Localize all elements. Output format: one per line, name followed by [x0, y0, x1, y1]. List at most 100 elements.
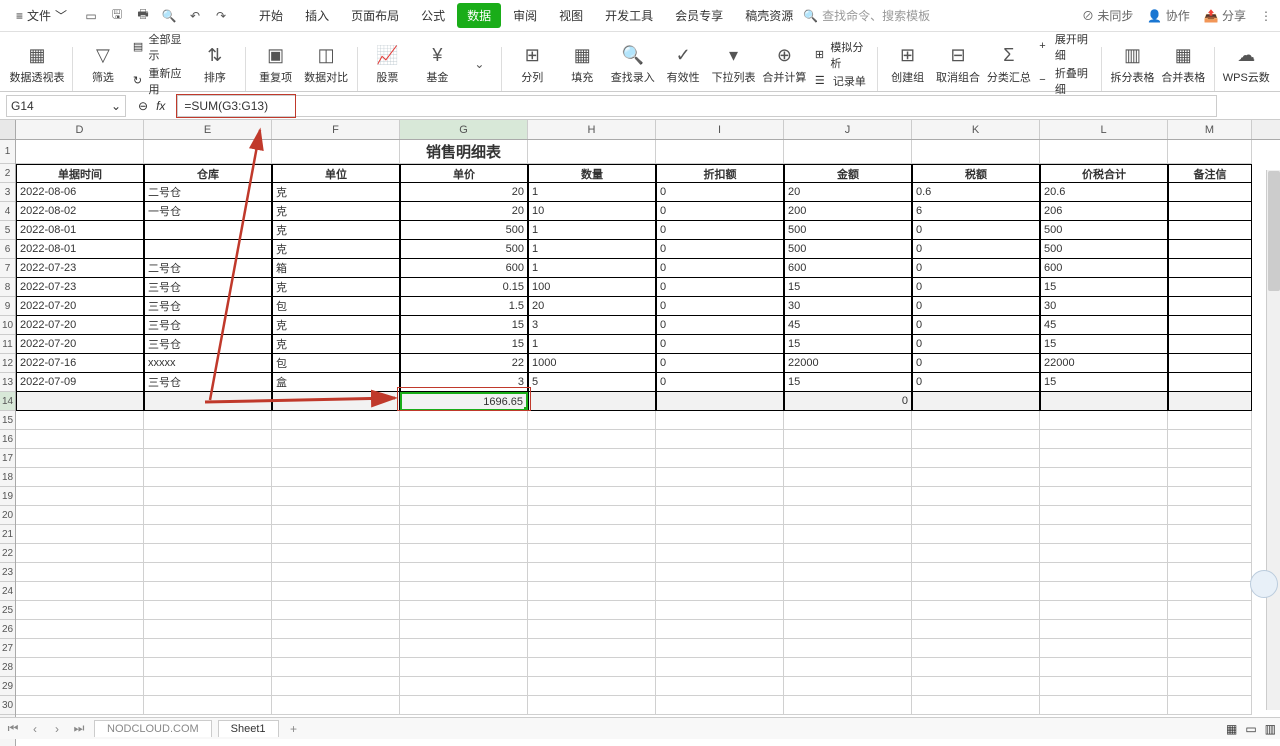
select-all-corner[interactable] — [0, 120, 16, 139]
menu-tab-页面布局[interactable]: 页面布局 — [341, 3, 409, 28]
cell[interactable]: 0 — [656, 316, 784, 335]
col-header-E[interactable]: E — [144, 120, 272, 139]
cell[interactable]: 20.6 — [1040, 183, 1168, 202]
add-sheet-button[interactable]: + — [285, 722, 303, 736]
zoom-out-icon[interactable]: ⊖ — [138, 99, 148, 113]
cell[interactable] — [1040, 449, 1168, 468]
cell[interactable]: 0 — [656, 297, 784, 316]
cell[interactable] — [144, 601, 272, 620]
file-menu[interactable]: ≡ 文件 ﹀ — [8, 7, 75, 24]
cell[interactable]: 22000 — [1040, 354, 1168, 373]
cell[interactable] — [912, 677, 1040, 696]
col-header-L[interactable]: L — [1040, 120, 1168, 139]
cell[interactable]: 三号仓 — [144, 278, 272, 297]
cell[interactable] — [272, 620, 400, 639]
cell[interactable] — [272, 639, 400, 658]
cell[interactable] — [784, 544, 912, 563]
cell[interactable] — [16, 430, 144, 449]
cell[interactable] — [144, 240, 272, 259]
menu-tab-稿壳资源[interactable]: 稿壳资源 — [735, 3, 803, 28]
cell[interactable] — [1040, 487, 1168, 506]
cell[interactable]: 2022-07-23 — [16, 278, 144, 297]
cell[interactable] — [144, 430, 272, 449]
cell[interactable] — [1040, 677, 1168, 696]
cell[interactable] — [656, 392, 784, 411]
cell[interactable]: 2022-07-20 — [16, 316, 144, 335]
cell[interactable] — [144, 620, 272, 639]
cell[interactable] — [528, 506, 656, 525]
cell[interactable]: 备注信 — [1168, 164, 1252, 183]
cell[interactable] — [1168, 183, 1252, 202]
cell[interactable] — [1168, 354, 1252, 373]
cell[interactable] — [784, 696, 912, 715]
cell[interactable] — [1168, 601, 1252, 620]
cell[interactable]: 1 — [528, 259, 656, 278]
cell[interactable] — [912, 582, 1040, 601]
cell[interactable] — [528, 696, 656, 715]
sheet-tab-brand[interactable]: NODCLOUD.COM — [94, 720, 212, 737]
cell[interactable] — [784, 525, 912, 544]
cell[interactable] — [1168, 468, 1252, 487]
cell[interactable]: 5 — [528, 373, 656, 392]
row-header-1[interactable]: 1 — [0, 140, 15, 164]
cell[interactable] — [1168, 335, 1252, 354]
cell[interactable] — [784, 140, 912, 164]
cell[interactable]: 30 — [1040, 297, 1168, 316]
filter-button[interactable]: ▽筛选 — [79, 37, 127, 91]
cell[interactable]: 0 — [656, 335, 784, 354]
cell[interactable]: 三号仓 — [144, 316, 272, 335]
more-datatype-button[interactable]: ⌄ — [463, 37, 495, 91]
cell[interactable]: 2022-07-20 — [16, 297, 144, 316]
cell[interactable] — [16, 525, 144, 544]
cell[interactable] — [16, 544, 144, 563]
sort-button[interactable]: ⇅排序 — [191, 37, 239, 91]
cell[interactable] — [912, 658, 1040, 677]
cell[interactable]: xxxxx — [144, 354, 272, 373]
cell[interactable] — [400, 639, 528, 658]
cell[interactable] — [912, 563, 1040, 582]
cell[interactable] — [528, 487, 656, 506]
cell[interactable]: 克 — [272, 316, 400, 335]
cell[interactable] — [272, 506, 400, 525]
cell[interactable]: 20 — [784, 183, 912, 202]
cell[interactable] — [528, 525, 656, 544]
cell[interactable]: 15 — [400, 316, 528, 335]
cell[interactable] — [1168, 392, 1252, 411]
cell[interactable] — [144, 544, 272, 563]
menu-tab-公式[interactable]: 公式 — [411, 3, 455, 28]
cell[interactable]: 20 — [400, 202, 528, 221]
cell[interactable] — [144, 658, 272, 677]
cell[interactable] — [272, 677, 400, 696]
next-sheet-button[interactable]: › — [48, 721, 66, 737]
cell[interactable] — [272, 658, 400, 677]
cell[interactable] — [16, 658, 144, 677]
cell[interactable]: 克 — [272, 183, 400, 202]
cell[interactable] — [16, 563, 144, 582]
cell[interactable]: 600 — [400, 259, 528, 278]
cell[interactable]: 0 — [656, 259, 784, 278]
cell[interactable]: 1000 — [528, 354, 656, 373]
cell[interactable] — [912, 487, 1040, 506]
cell[interactable] — [272, 430, 400, 449]
cell[interactable]: 10 — [528, 202, 656, 221]
cell[interactable]: 2022-07-09 — [16, 373, 144, 392]
cell[interactable]: 2022-08-02 — [16, 202, 144, 221]
whatif-button[interactable]: ⊞模拟分析 — [815, 39, 867, 71]
cell[interactable]: 二号仓 — [144, 259, 272, 278]
cell[interactable] — [1168, 449, 1252, 468]
subtotal-button[interactable]: Σ分类汇总 — [984, 37, 1033, 91]
cell[interactable] — [656, 411, 784, 430]
row-header-20[interactable]: 20 — [0, 506, 15, 525]
cell[interactable] — [784, 620, 912, 639]
cell[interactable]: 销售明细表 — [400, 140, 528, 164]
row-header-6[interactable]: 6 — [0, 240, 15, 259]
row-header-11[interactable]: 11 — [0, 335, 15, 354]
cell[interactable] — [1168, 373, 1252, 392]
cell[interactable]: 箱 — [272, 259, 400, 278]
cell[interactable]: 单据时间 — [16, 164, 144, 183]
cell[interactable] — [1040, 582, 1168, 601]
cell[interactable] — [912, 525, 1040, 544]
cell[interactable]: 1696.65 — [400, 392, 528, 411]
cell[interactable] — [784, 677, 912, 696]
cell[interactable]: 1.5 — [400, 297, 528, 316]
